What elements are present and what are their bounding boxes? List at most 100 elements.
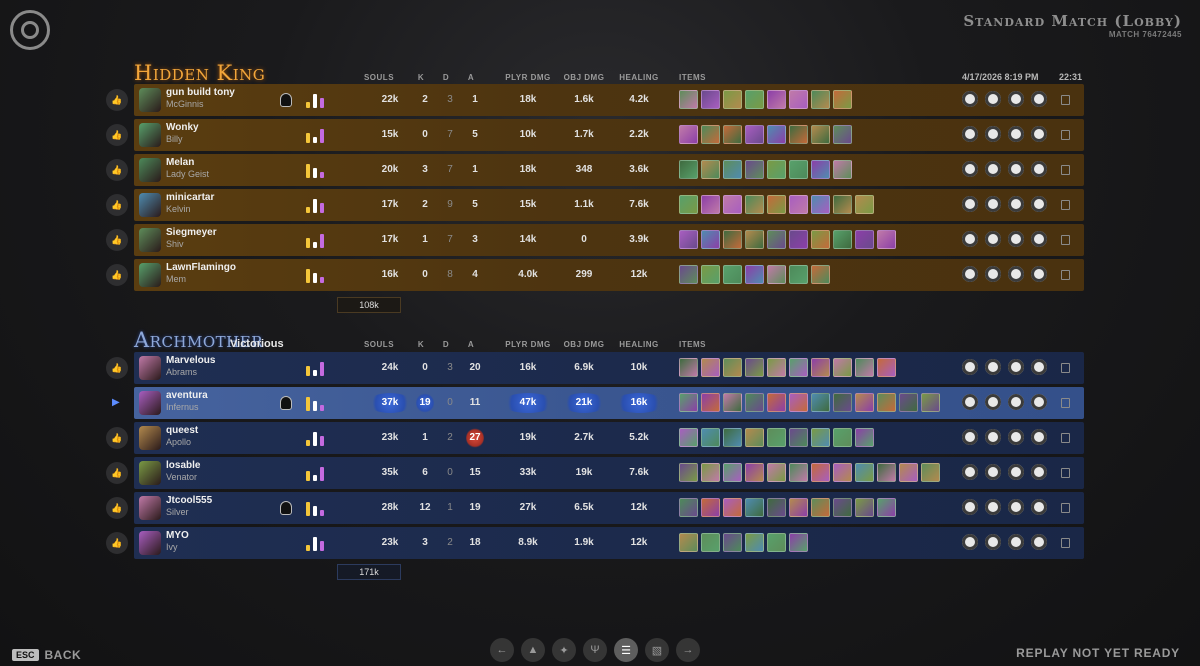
ability-icon[interactable] <box>1008 394 1024 410</box>
item-icon[interactable] <box>701 265 720 284</box>
item-icon[interactable] <box>877 393 896 412</box>
thumbs-up-icon[interactable]: 👍 <box>106 462 128 484</box>
thumbs-up-icon[interactable]: 👍 <box>106 124 128 146</box>
item-icon[interactable] <box>855 498 874 517</box>
copy-build-icon[interactable] <box>1061 398 1070 408</box>
player-row[interactable]: gun build tony McGinnis 22k 2 3 1 18k 1.6k 4.2k <box>134 84 1084 116</box>
item-icon[interactable] <box>723 230 742 249</box>
ability-icon[interactable] <box>985 231 1001 247</box>
item-icon[interactable] <box>811 125 830 144</box>
ability-icon[interactable] <box>985 499 1001 515</box>
ability-icon[interactable] <box>985 464 1001 480</box>
ability-icon[interactable] <box>962 359 978 375</box>
player-name[interactable]: aventura <box>166 390 208 401</box>
item-icon[interactable] <box>877 463 896 482</box>
item-icon[interactable] <box>745 90 764 109</box>
item-icon[interactable] <box>723 125 742 144</box>
copy-build-icon[interactable] <box>1061 363 1070 373</box>
player-row[interactable]: queest Apollo 23k 1 2 27 19k 2.7k 5.2k <box>134 422 1084 454</box>
copy-build-icon[interactable] <box>1061 130 1070 140</box>
item-icon[interactable] <box>679 393 698 412</box>
item-icon[interactable] <box>811 358 830 377</box>
chart-icon[interactable]: ▧ <box>645 638 669 662</box>
item-icon[interactable] <box>723 533 742 552</box>
copy-build-icon[interactable] <box>1061 468 1070 478</box>
item-icon[interactable] <box>679 230 698 249</box>
item-icon[interactable] <box>745 498 764 517</box>
item-icon[interactable] <box>701 230 720 249</box>
item-icon[interactable] <box>833 90 852 109</box>
item-icon[interactable] <box>745 265 764 284</box>
copy-build-icon[interactable] <box>1061 235 1070 245</box>
item-icon[interactable] <box>723 90 742 109</box>
item-icon[interactable] <box>745 195 764 214</box>
copy-build-icon[interactable] <box>1061 538 1070 548</box>
copy-build-icon[interactable] <box>1061 95 1070 105</box>
arrow-right-icon[interactable]: → <box>676 638 700 662</box>
copy-build-icon[interactable] <box>1061 165 1070 175</box>
arrow-left-icon[interactable]: ← <box>490 638 514 662</box>
ability-icon[interactable] <box>1031 126 1047 142</box>
item-icon[interactable] <box>701 498 720 517</box>
ability-icon[interactable] <box>1008 231 1024 247</box>
ability-icon[interactable] <box>1031 359 1047 375</box>
item-icon[interactable] <box>877 358 896 377</box>
item-icon[interactable] <box>767 428 786 447</box>
ability-icon[interactable] <box>1008 359 1024 375</box>
item-icon[interactable] <box>789 230 808 249</box>
item-icon[interactable] <box>899 393 918 412</box>
item-icon[interactable] <box>723 498 742 517</box>
item-icon[interactable] <box>701 463 720 482</box>
player-row[interactable]: Wonky Billy 15k 0 7 5 10k 1.7k 2.2k <box>134 119 1084 151</box>
ability-icon[interactable] <box>985 161 1001 177</box>
item-icon[interactable] <box>679 90 698 109</box>
player-name[interactable]: Wonky <box>166 122 199 133</box>
ability-icon[interactable] <box>962 534 978 550</box>
ability-icon[interactable] <box>1031 266 1047 282</box>
item-icon[interactable] <box>767 265 786 284</box>
item-icon[interactable] <box>679 125 698 144</box>
ability-icon[interactable] <box>1031 231 1047 247</box>
copy-build-icon[interactable] <box>1061 433 1070 443</box>
item-icon[interactable] <box>723 428 742 447</box>
item-icon[interactable] <box>745 428 764 447</box>
item-icon[interactable] <box>767 393 786 412</box>
item-icon[interactable] <box>767 358 786 377</box>
item-icon[interactable] <box>767 463 786 482</box>
ability-icon[interactable] <box>962 231 978 247</box>
trinket-icon[interactable]: ✦ <box>552 638 576 662</box>
player-row[interactable]: Jtcool555 Silver 28k 12 1 19 27k 6.5k 12k <box>134 492 1084 524</box>
player-name[interactable]: losable <box>166 460 200 471</box>
player-name[interactable]: queest <box>166 425 198 436</box>
player-row[interactable]: LawnFlamingo Mem 16k 0 8 4 4.0k 299 12k <box>134 259 1084 291</box>
item-icon[interactable] <box>811 428 830 447</box>
item-icon[interactable] <box>701 393 720 412</box>
item-icon[interactable] <box>833 463 852 482</box>
item-icon[interactable] <box>767 125 786 144</box>
item-icon[interactable] <box>679 498 698 517</box>
ability-icon[interactable] <box>962 464 978 480</box>
item-icon[interactable] <box>723 160 742 179</box>
copy-build-icon[interactable] <box>1061 503 1070 513</box>
ability-icon[interactable] <box>985 534 1001 550</box>
ability-icon[interactable] <box>962 499 978 515</box>
item-icon[interactable] <box>679 358 698 377</box>
item-icon[interactable] <box>679 265 698 284</box>
item-icon[interactable] <box>811 393 830 412</box>
item-icon[interactable] <box>833 498 852 517</box>
copy-build-icon[interactable] <box>1061 270 1070 280</box>
player-row[interactable]: aventura Infernus 37k 19 0 11 47k 21k 16k <box>134 387 1084 419</box>
item-icon[interactable] <box>789 358 808 377</box>
thumbs-up-icon[interactable]: 👍 <box>106 159 128 181</box>
list-icon[interactable]: ☰ <box>614 638 638 662</box>
item-icon[interactable] <box>767 195 786 214</box>
item-icon[interactable] <box>877 230 896 249</box>
ability-icon[interactable] <box>985 429 1001 445</box>
item-icon[interactable] <box>767 533 786 552</box>
ability-icon[interactable] <box>1008 161 1024 177</box>
item-icon[interactable] <box>701 533 720 552</box>
ability-icon[interactable] <box>1031 429 1047 445</box>
item-icon[interactable] <box>701 125 720 144</box>
ability-icon[interactable] <box>1008 499 1024 515</box>
player-name[interactable]: minicartar <box>166 192 214 203</box>
